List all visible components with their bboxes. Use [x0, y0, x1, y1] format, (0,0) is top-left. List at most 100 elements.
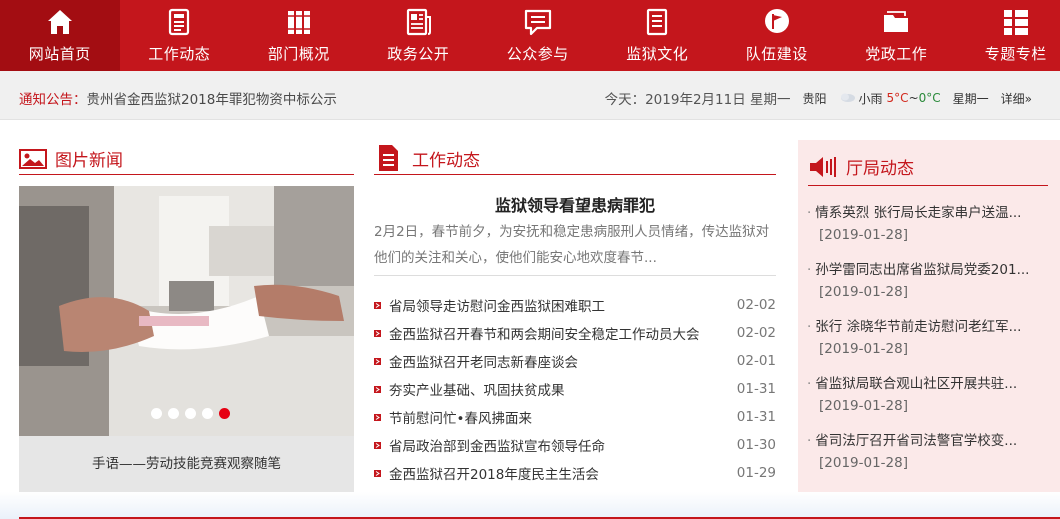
news-date: 02-02	[736, 297, 776, 313]
nav-item-home[interactable]: 网站首页	[0, 0, 120, 71]
nav-item-department[interactable]: 部门概况	[239, 0, 359, 71]
photo-caption[interactable]: 手语——劳动技能竞赛观察随笔	[19, 436, 354, 492]
nav-item-special-topics[interactable]: 专题专栏	[956, 0, 1060, 71]
nav-item-work-news[interactable]: 工作动态	[120, 0, 240, 71]
news-document-icon	[162, 5, 196, 39]
weather-city: 贵阳	[802, 91, 827, 106]
slide-dot[interactable]	[202, 408, 213, 419]
feature-article-title[interactable]: 监狱领导看望患病罪犯	[374, 192, 776, 216]
today-date: 今天：2019年2月11日 星期一	[604, 92, 791, 108]
bullet-icon	[374, 469, 381, 477]
news-date: 02-02	[736, 325, 776, 341]
list-item[interactable]: 金西监狱召开老同志新春座谈会 02-01	[374, 347, 776, 375]
news-title: 节前慰问忙•春风拂面来	[389, 411, 532, 427]
notice-link[interactable]: 贵州省金西监狱2018年罪犯物资中标公示	[87, 92, 337, 108]
photo-slide[interactable]	[19, 186, 354, 436]
list-item[interactable]: 孙学雷同志出席省监狱局党委201... [2019-01-28]	[807, 258, 1037, 315]
news-date: 01-29	[736, 465, 776, 481]
main-nav: 网站首页 工作动态 部门概况 政务公开 公众参与 监狱文化 队伍建设 党政工作 …	[0, 0, 1060, 71]
document-icon	[379, 145, 398, 171]
date-weather: 今天：2019年2月11日 星期一 贵阳 小雨 5°C ~0°C 星期一 详细»	[605, 88, 1032, 108]
nav-item-government-affairs[interactable]: 政务公开	[359, 0, 479, 71]
work-news-title: 工作动态	[412, 150, 480, 171]
bureau-news-item-date: [2019-01-28]	[819, 341, 908, 357]
bureau-news-item-title: 情系英烈 张行局长走家串户送温...	[807, 201, 1037, 221]
bureau-news-item-date: [2019-01-28]	[819, 284, 908, 300]
slide-dot[interactable]	[185, 408, 196, 419]
notice-bar: 通知公告：贵州省金西监狱2018年罪犯物资中标公示 今天：2019年2月11日 …	[0, 71, 1060, 120]
bureau-news-item-date: [2019-01-28]	[819, 227, 908, 243]
photo-news-header: 图片新闻	[19, 146, 123, 171]
nav-item-prison-culture[interactable]: 监狱文化	[598, 0, 718, 71]
work-news-header: 工作动态	[376, 143, 480, 173]
temp-high: 5°C	[886, 91, 909, 105]
news-date: 02-01	[736, 353, 776, 369]
news-date: 01-31	[736, 409, 776, 425]
news-title: 金西监狱召开老同志新春座谈会	[389, 355, 578, 371]
bullet-icon	[374, 329, 381, 337]
list-item[interactable]: 金西监狱召开春节和两会期间安全稳定工作动员大会 02-02	[374, 319, 776, 347]
nav-item-public-participation[interactable]: 公众参与	[478, 0, 598, 71]
nav-label: 党政工作	[865, 45, 928, 63]
sewing-machine-photo	[19, 186, 354, 436]
nav-label: 监狱文化	[626, 45, 689, 63]
bullet-icon	[374, 385, 381, 393]
news-title: 金西监狱召开春节和两会期间安全稳定工作动员大会	[389, 327, 700, 343]
chat-bubble-icon	[521, 5, 555, 39]
folder-icon	[879, 5, 913, 39]
list-item[interactable]: 省监狱局联合观山社区开展共驻... [2019-01-28]	[807, 372, 1037, 429]
flag-badge-icon	[760, 5, 794, 39]
nav-label: 专题专栏	[984, 45, 1047, 63]
bureau-news-header: 厅局动态	[808, 154, 914, 179]
nav-label: 队伍建设	[745, 45, 808, 63]
weather-detail-link[interactable]: 详细»	[1001, 90, 1032, 107]
list-item[interactable]: 省司法厅召开省司法警官学校变... [2019-01-28]	[807, 429, 1037, 486]
nav-item-party-work[interactable]: 党政工作	[837, 0, 957, 71]
list-item[interactable]: 夯实产业基础、巩固扶贫成果 01-31	[374, 375, 776, 403]
list-item[interactable]: 张行 涂晓华节前走访慰问老红军... [2019-01-28]	[807, 315, 1037, 372]
list-item[interactable]: 金西监狱召开2018年度民主生活会 01-29	[374, 459, 776, 487]
bureau-news-item-date: [2019-01-28]	[819, 455, 908, 471]
photo-news-title: 图片新闻	[55, 151, 123, 171]
bullet-icon	[374, 413, 381, 421]
feature-article-summary: 2月2日，春节前夕，为安抚和稳定患病服刑人员情绪，传达监狱对他们的关注和关心，使…	[374, 224, 770, 266]
bureau-news-item-date: [2019-01-28]	[819, 398, 908, 414]
document-list-icon	[640, 5, 674, 39]
nav-label: 公众参与	[506, 45, 569, 63]
bureau-news-rule	[808, 185, 1048, 186]
weather-weekday: 星期一	[952, 91, 989, 106]
slide-dots	[151, 408, 230, 419]
bureau-news-item-title: 省司法厅召开省司法警官学校变...	[807, 429, 1037, 449]
list-item[interactable]: 省局政治部到金西监狱宣布领导任命 01-30	[374, 431, 776, 459]
books-icon	[282, 5, 316, 39]
work-news-list: 省局领导走访慰问金西监狱困难职工 02-02 金西监狱召开春节和两会期间安全稳定…	[374, 291, 776, 487]
newspaper-icon	[401, 5, 435, 39]
photo-news-rule	[19, 174, 354, 175]
news-title: 夯实产业基础、巩固扶贫成果	[389, 383, 565, 399]
bottom-banner-strip	[0, 492, 1060, 519]
bureau-news-title: 厅局动态	[846, 159, 914, 179]
notice-tag: 通知公告：	[19, 92, 87, 108]
news-title: 省局政治部到金西监狱宣布领导任命	[389, 439, 605, 455]
nav-label: 网站首页	[28, 45, 91, 63]
weather-desc: 小雨	[858, 91, 883, 106]
slide-dot-active[interactable]	[219, 408, 230, 419]
bureau-news-list: 情系英烈 张行局长走家串户送温... [2019-01-28] 孙学雷同志出席省…	[807, 201, 1037, 486]
speaker-icon	[810, 156, 836, 177]
temp-sep: ~	[908, 91, 919, 105]
list-item[interactable]: 情系英烈 张行局长走家串户送温... [2019-01-28]	[807, 201, 1037, 258]
slide-dot[interactable]	[168, 408, 179, 419]
slide-dot[interactable]	[151, 408, 162, 419]
bullet-icon	[374, 301, 381, 309]
list-item[interactable]: 节前慰问忙•春风拂面来 01-31	[374, 403, 776, 431]
bureau-news-item-title: 张行 涂晓华节前走访慰问老红军...	[807, 315, 1037, 335]
home-icon	[43, 5, 77, 39]
list-item[interactable]: 省局领导走访慰问金西监狱困难职工 02-02	[374, 291, 776, 319]
news-title: 省局领导走访慰问金西监狱困难职工	[389, 299, 605, 315]
picture-icon	[19, 148, 47, 169]
news-date: 01-31	[736, 381, 776, 397]
bureau-news-item-title: 省监狱局联合观山社区开展共驻...	[807, 372, 1037, 392]
cloud-rain-icon	[840, 93, 855, 102]
nav-item-team-building[interactable]: 队伍建设	[717, 0, 837, 71]
nav-label: 工作动态	[148, 45, 211, 63]
